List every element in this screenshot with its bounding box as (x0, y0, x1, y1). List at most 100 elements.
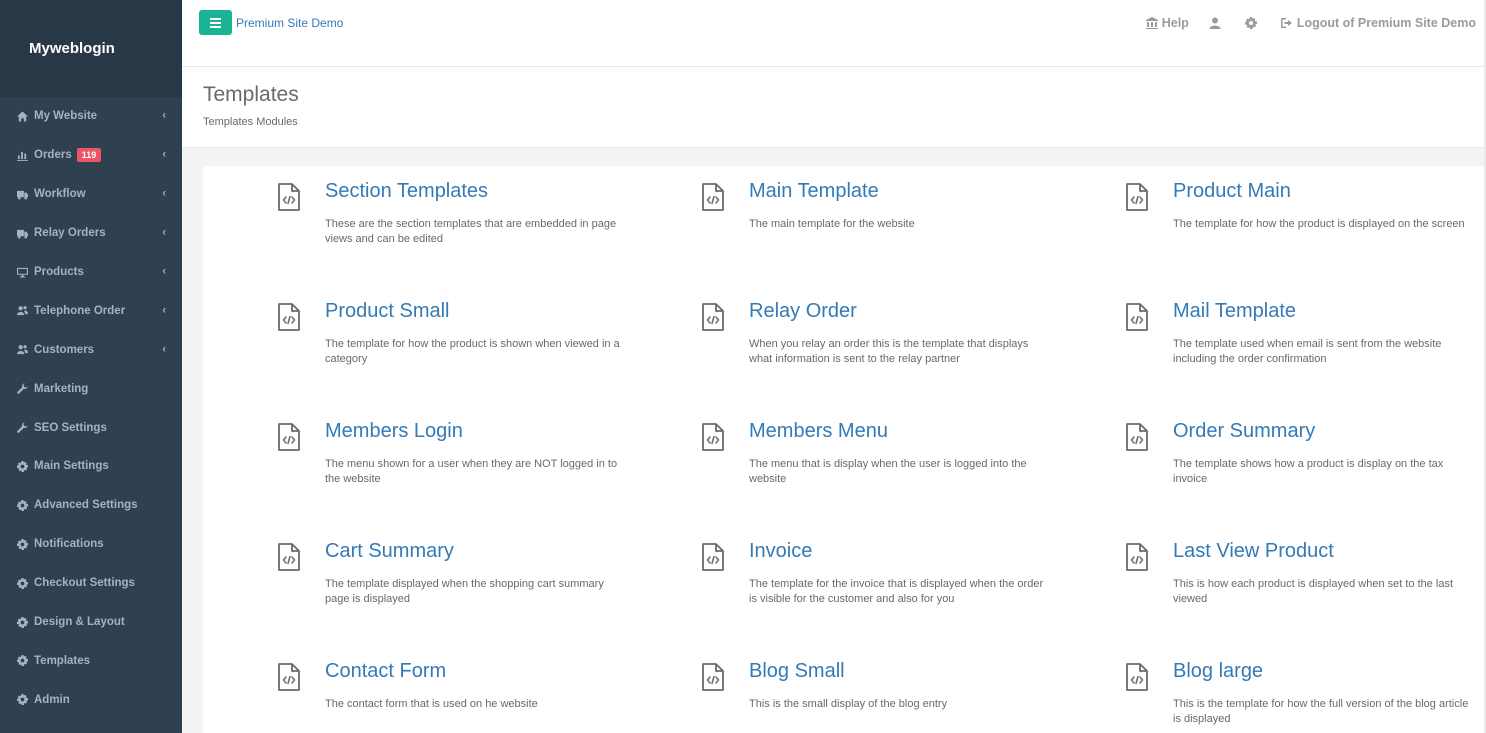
breadcrumb: Templates Modules (203, 116, 298, 128)
sidebar-item-templates[interactable]: Templates (0, 641, 182, 680)
template-description: This is how each product is displayed wh… (1173, 578, 1454, 605)
help-link[interactable]: Help (1145, 16, 1189, 30)
sidebar-item-relay-orders[interactable]: Relay Orders ‹ (0, 214, 182, 253)
brand-name[interactable]: Myweblogin (29, 40, 115, 57)
template-title-link[interactable]: Members Menu (749, 420, 888, 443)
gear-icon (16, 538, 28, 550)
gear-icon (16, 694, 28, 706)
site-name-link[interactable]: Premium Site Demo (236, 16, 343, 30)
sidebar-item-admin[interactable]: Admin (0, 680, 182, 719)
sidebar-item-label: Orders (34, 149, 72, 162)
sidebar-item-label: Workflow (34, 188, 86, 201)
template-description: When you relay an order this is the temp… (749, 338, 1029, 365)
chevron-left-icon: ‹ (162, 109, 166, 122)
template-description: The main template for the website (749, 218, 915, 230)
template-title-link[interactable]: Mail Template (1173, 300, 1296, 323)
user-icon (1209, 17, 1221, 29)
sign-out-icon (1280, 18, 1292, 28)
file-code-icon[interactable] (701, 183, 725, 211)
template-title-link[interactable]: Product Main (1173, 180, 1291, 203)
settings-button[interactable] (1244, 17, 1261, 29)
template-description: This is the template for how the full ve… (1173, 698, 1469, 725)
sidebar-item-design-layout[interactable]: Design & Layout (0, 603, 182, 642)
sidebar-item-advanced-settings[interactable]: Advanced Settings (0, 486, 182, 525)
template-title-link[interactable]: Last View Product (1173, 540, 1334, 563)
sidebar-item-main-settings[interactable]: Main Settings (0, 447, 182, 486)
file-code-icon[interactable] (1125, 183, 1149, 211)
file-code-icon[interactable] (701, 543, 725, 571)
template-title-link[interactable]: Relay Order (749, 300, 857, 323)
template-title-link[interactable]: Cart Summary (325, 540, 454, 563)
file-code-icon[interactable] (277, 543, 301, 571)
sidebar-item-seo-settings[interactable]: SEO Settings (0, 408, 182, 447)
template-description: The menu that is display when the user i… (749, 458, 1027, 485)
gear-icon (16, 460, 28, 472)
template-title-link[interactable]: Members Login (325, 420, 463, 443)
top-right-menu: Help Logout of Premium Site Demo (1126, 16, 1476, 30)
template-description: The template for how the product is show… (325, 338, 620, 365)
sidebar-item-label: Admin (34, 693, 70, 706)
template-title-link[interactable]: Blog large (1173, 660, 1263, 683)
sidebar-item-label: Checkout Settings (34, 577, 135, 590)
template-title-link[interactable]: Contact Form (325, 660, 446, 683)
file-code-icon[interactable] (277, 303, 301, 331)
sidebar-item-label: Templates (34, 654, 91, 667)
monitor-icon (16, 266, 28, 278)
sidebar-item-customers[interactable]: Customers ‹ (0, 330, 182, 369)
template-title-link[interactable]: Invoice (749, 540, 812, 563)
truck-icon (16, 227, 28, 239)
hamburger-icon (210, 17, 221, 28)
file-code-icon[interactable] (701, 423, 725, 451)
bank-icon (1145, 17, 1158, 29)
gear-icon (16, 499, 28, 511)
templates-grid: Section Templates These are the section t… (203, 166, 1486, 733)
sidebar-item-label: Marketing (34, 382, 89, 395)
sidebar-item-notifications[interactable]: Notifications (0, 525, 182, 564)
sidebar-item-label: Telephone Order (34, 304, 126, 317)
file-code-icon[interactable] (1125, 303, 1149, 331)
sidebar-item-orders[interactable]: Orders 119 ‹ (0, 136, 182, 175)
template-title-link[interactable]: Product Small (325, 300, 450, 323)
sidebar-item-products[interactable]: Products ‹ (0, 253, 182, 292)
wrench-icon (16, 383, 28, 395)
help-label: Help (1161, 16, 1189, 30)
sidebar-item-telephone-order[interactable]: Telephone Order ‹ (0, 291, 182, 330)
template-title-link[interactable]: Order Summary (1173, 420, 1315, 443)
orders-count-badge: 119 (76, 148, 102, 163)
template-title-link[interactable]: Section Templates (325, 180, 488, 203)
file-code-icon[interactable] (701, 303, 725, 331)
sidebar-item-marketing[interactable]: Marketing (0, 369, 182, 408)
truck-icon (16, 188, 28, 200)
sidebar-item-label: Customers (34, 343, 95, 356)
file-code-icon[interactable] (277, 183, 301, 211)
sidebar-item-checkout-settings[interactable]: Checkout Settings (0, 564, 182, 603)
gear-icon (16, 577, 28, 589)
chevron-left-icon: ‹ (162, 187, 166, 200)
sidebar-item-my-website[interactable]: My Website ‹ (0, 97, 182, 136)
file-code-icon[interactable] (1125, 423, 1149, 451)
menu-toggle-button[interactable] (199, 10, 232, 35)
gear-icon (16, 655, 28, 667)
logout-link[interactable]: Logout of Premium Site Demo (1280, 16, 1476, 30)
chevron-left-icon: ‹ (162, 304, 166, 317)
template-description: The template displayed when the shopping… (325, 578, 604, 605)
file-code-icon[interactable] (1125, 663, 1149, 691)
file-code-icon[interactable] (277, 663, 301, 691)
template-description: The menu shown for a user when they are … (325, 458, 618, 485)
brand-header: Myweblogin (0, 0, 182, 97)
template-description: These are the section templates that are… (325, 218, 617, 245)
sidebar-item-label: SEO Settings (34, 421, 107, 434)
template-description: The template for how the product is disp… (1173, 218, 1465, 230)
file-code-icon[interactable] (277, 423, 301, 451)
file-code-icon[interactable] (701, 663, 725, 691)
gear-icon (1244, 17, 1257, 29)
page-title: Templates (203, 83, 299, 106)
wrench-icon (16, 422, 28, 434)
file-code-icon[interactable] (1125, 543, 1149, 571)
sidebar-item-workflow[interactable]: Workflow ‹ (0, 175, 182, 214)
template-title-link[interactable]: Blog Small (749, 660, 845, 683)
user-profile-button[interactable] (1209, 17, 1225, 29)
home-icon (16, 110, 28, 122)
sidebar: Myweblogin My Website ‹ Orders 119 ‹ Workflow… (0, 0, 182, 733)
template-title-link[interactable]: Main Template (749, 180, 879, 203)
